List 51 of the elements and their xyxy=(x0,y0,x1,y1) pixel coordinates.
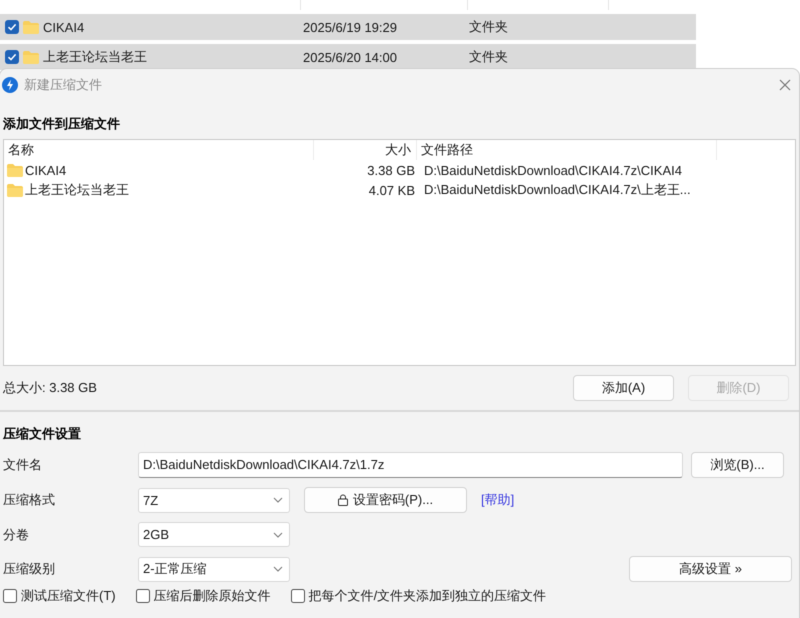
column-header[interactable]: 名称 xyxy=(4,140,314,160)
close-icon[interactable] xyxy=(779,79,791,91)
item-path: D:\BaiduNetdiskDownload\CIKAI4.7z\上老王... xyxy=(423,181,692,199)
field-label: 文件名 xyxy=(3,456,43,474)
total-size: 总大小: 3.38 GB xyxy=(3,379,98,397)
chevron-down-icon xyxy=(273,497,283,503)
checkbox[interactable] xyxy=(290,589,305,603)
item-name: 上老王论坛当老王 xyxy=(25,181,129,199)
window-title: 新建压缩文件 xyxy=(24,76,103,94)
checkbox-label[interactable]: 测试压缩文件(T) xyxy=(21,587,116,605)
file-name: CIKAI4 xyxy=(43,20,84,34)
item-path: D:\BaiduNetdiskDownload\CIKAI4.7z\CIKAI4 xyxy=(423,162,683,178)
column-header[interactable]: 文件路径 xyxy=(417,140,717,160)
help-link[interactable]: [帮助] xyxy=(481,491,514,509)
dropdown[interactable]: 7Z xyxy=(138,488,290,512)
field-label: 分卷 xyxy=(3,526,30,544)
checkbox[interactable] xyxy=(3,589,17,603)
folder-icon xyxy=(23,20,39,34)
item-size: 3.38 GB xyxy=(366,162,416,178)
file-row[interactable]: CIKAI4 2025/6/19 19:29 文件夹 xyxy=(0,14,696,40)
lock-icon xyxy=(338,494,348,506)
chevron-down-icon xyxy=(273,566,283,572)
modified-date: 2025/6/19 19:29 xyxy=(303,20,398,34)
add-button[interactable]: 添加(A) xyxy=(573,375,674,401)
column-header[interactable]: 大小 xyxy=(314,140,417,160)
folder-icon xyxy=(23,50,39,64)
item-name: CIKAI4 xyxy=(25,162,66,178)
file-name: 上老王论坛当老王 xyxy=(43,48,147,66)
folder-icon xyxy=(7,164,23,176)
checkbox-label[interactable]: 压缩后删除原始文件 xyxy=(154,587,271,605)
input-field[interactable]: D:\BaiduNetdiskDownload\CIKAI4.7z\1.7z xyxy=(138,452,683,478)
file-type: 文件夹 xyxy=(469,48,509,66)
file-type: 文件夹 xyxy=(469,18,509,36)
browse-button[interactable]: 浏览(B)... xyxy=(691,452,784,478)
dropdown[interactable]: 2-正常压缩 xyxy=(138,556,290,582)
section-heading: 压缩文件设置 xyxy=(2,425,82,443)
chevron-down-icon xyxy=(273,532,283,538)
checkbox[interactable] xyxy=(5,50,19,64)
modified-date: 2025/6/20 14:00 xyxy=(303,50,398,64)
folder-icon xyxy=(7,184,23,196)
file-row[interactable]: 上老王论坛当老王 2025/6/20 14:00 文件夹 xyxy=(0,44,696,70)
password-button[interactable]: 设置密码(P)... xyxy=(304,487,467,513)
dropdown[interactable]: 2GB xyxy=(138,522,290,547)
checkbox-label[interactable]: 把每个文件/文件夹添加到独立的压缩文件 xyxy=(308,587,546,605)
checkbox[interactable] xyxy=(5,20,19,34)
item-size: 4.07 KB xyxy=(368,182,416,198)
field-label: 压缩级别 xyxy=(3,560,56,578)
checkbox[interactable] xyxy=(136,589,150,603)
advanced-button[interactable]: 高级设置 » xyxy=(629,556,792,582)
field-label: 压缩格式 xyxy=(3,491,56,509)
section-heading: 添加文件到压缩文件 xyxy=(2,115,121,133)
